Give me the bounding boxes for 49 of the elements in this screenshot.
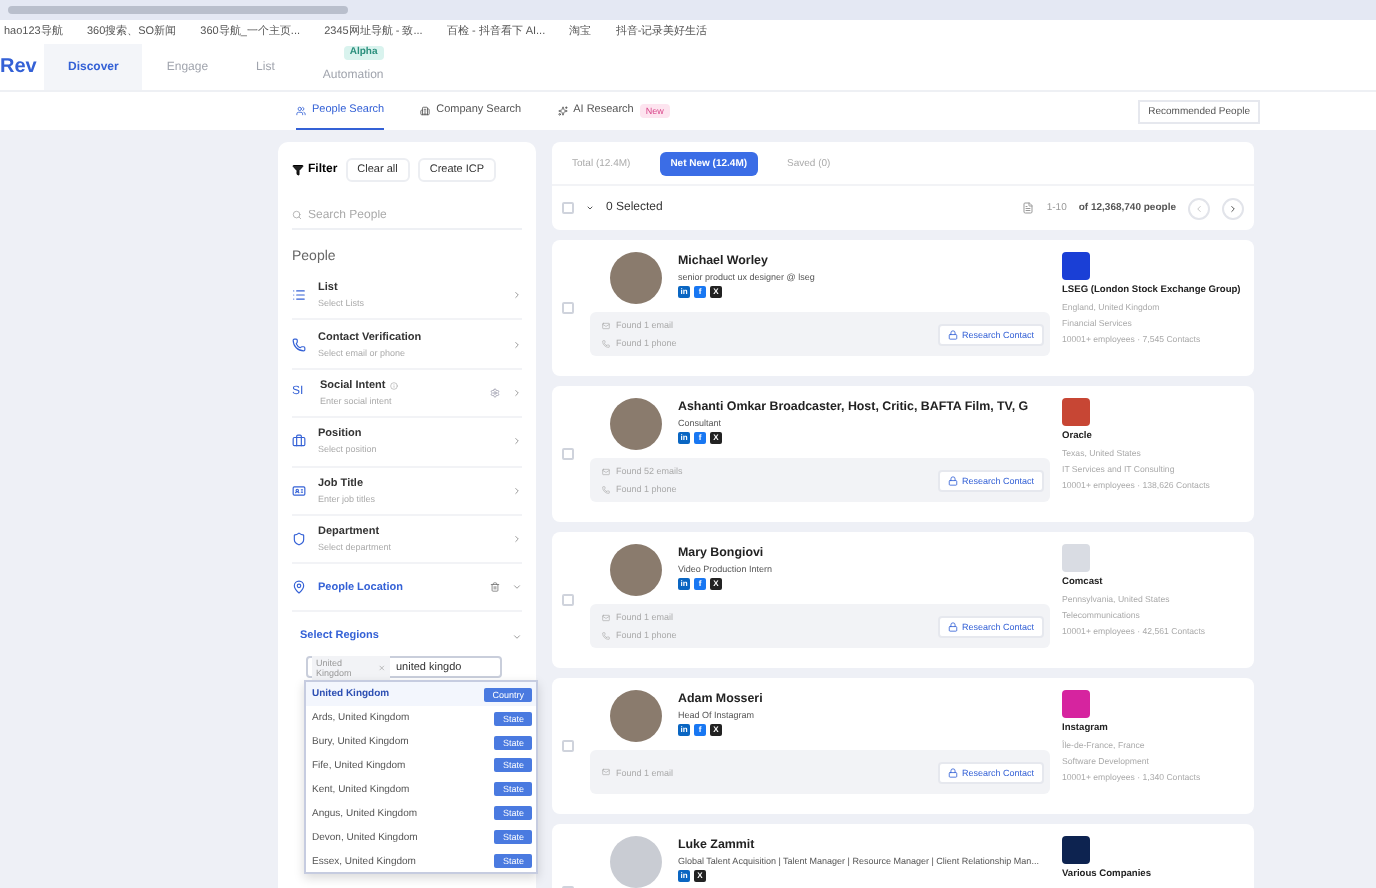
row-checkbox[interactable] — [562, 594, 574, 606]
avatar-placeholder — [610, 690, 662, 742]
chevron-right-icon — [512, 339, 522, 350]
chevron-down-icon — [512, 631, 522, 642]
mail-icon — [602, 613, 610, 621]
previous-page-button[interactable] — [1188, 197, 1210, 219]
trash-icon — [490, 582, 500, 593]
id-card-icon — [292, 483, 306, 498]
chevron-right-icon — [1228, 203, 1238, 213]
list-icon — [292, 288, 306, 303]
lock-icon — [947, 475, 958, 485]
row-checkbox[interactable] — [562, 740, 574, 752]
address-bar[interactable] — [8, 6, 348, 14]
pin-icon — [292, 580, 306, 595]
chevron-right-icon — [512, 290, 522, 301]
phone-icon — [292, 337, 306, 352]
avatar-placeholder — [610, 544, 662, 596]
avatar-placeholder — [610, 398, 662, 450]
next-page-button[interactable] — [1222, 197, 1244, 219]
phone-icon — [602, 631, 610, 639]
lock-icon — [947, 621, 958, 631]
sparkle-icon — [557, 105, 568, 115]
phone-icon — [602, 485, 610, 493]
app-logo: Rev — [0, 54, 39, 82]
chevron-right-icon — [512, 485, 522, 496]
chevron-left-icon — [1194, 203, 1204, 213]
chevron-right-icon — [512, 387, 522, 398]
settings-icon — [490, 387, 500, 398]
lock-icon — [947, 767, 958, 777]
building-icon — [420, 105, 431, 115]
people-icon — [296, 105, 306, 115]
mail-icon — [602, 321, 610, 329]
lock-icon — [947, 329, 958, 339]
avatar-placeholder — [610, 836, 662, 888]
shield-icon — [292, 532, 306, 547]
chevron-right-icon — [512, 436, 522, 447]
filter-icon — [292, 164, 304, 176]
mail-icon — [602, 467, 610, 475]
row-checkbox[interactable] — [562, 302, 574, 314]
phone-icon — [602, 339, 610, 347]
briefcase-icon — [292, 434, 306, 449]
mail-icon — [602, 768, 610, 776]
avatar-placeholder — [610, 252, 662, 304]
row-checkbox[interactable] — [562, 448, 574, 460]
select-all-checkbox[interactable] — [562, 202, 574, 214]
info-icon — [389, 381, 398, 390]
chevron-right-icon — [512, 534, 522, 545]
document-icon — [1022, 202, 1035, 214]
search-icon — [292, 210, 302, 220]
